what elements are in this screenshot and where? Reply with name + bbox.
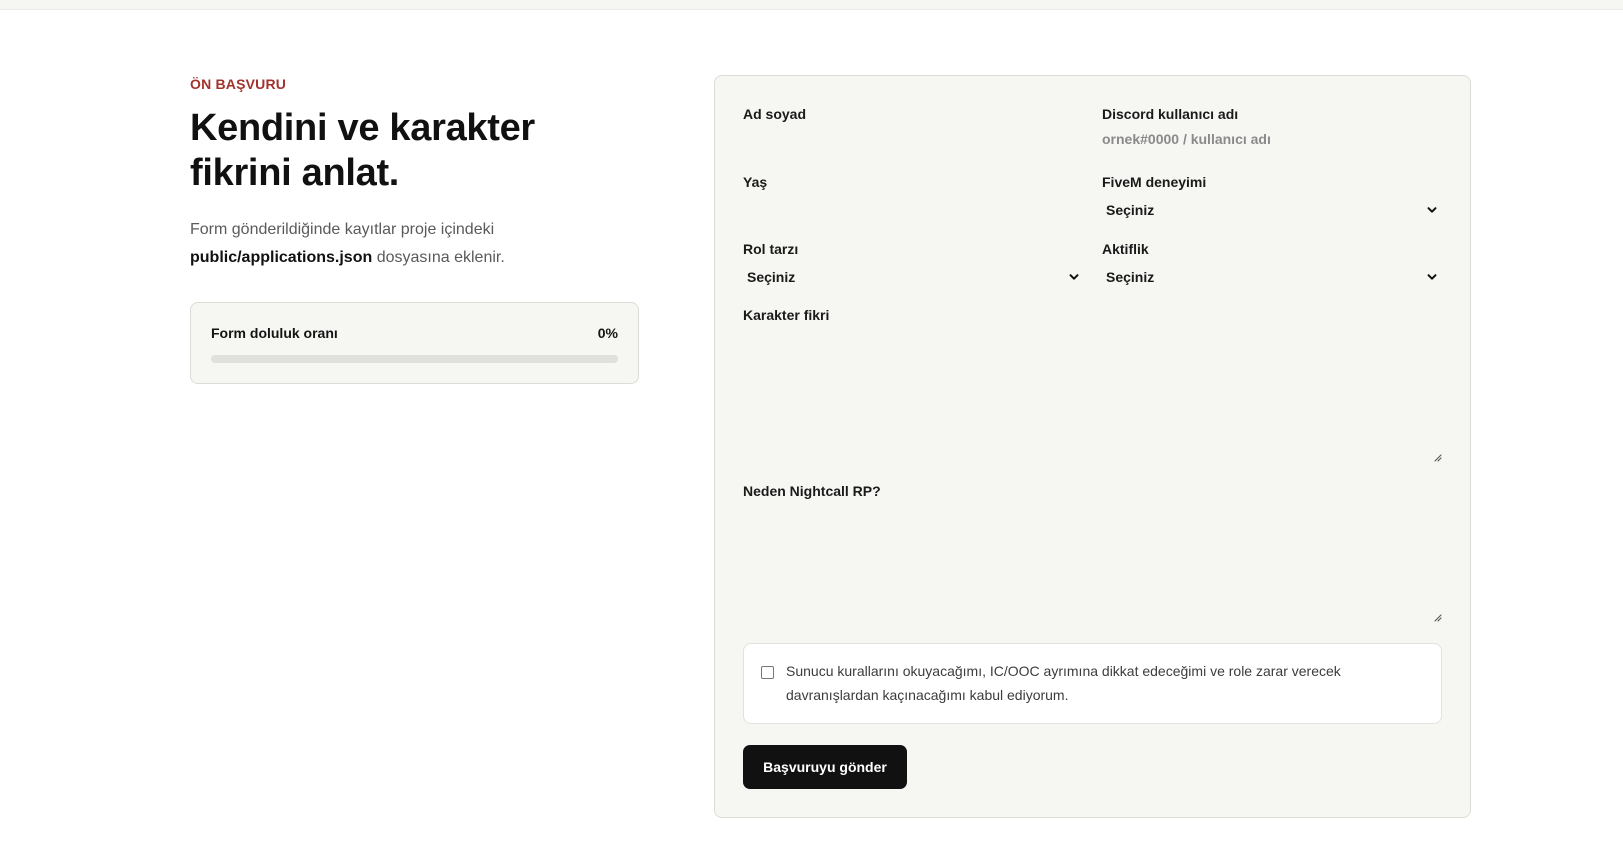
eyebrow-label: ÖN BAŞVURU bbox=[190, 76, 287, 92]
label-aktiflik: Aktiflik bbox=[1102, 241, 1149, 257]
chevron-down-icon bbox=[1427, 274, 1437, 280]
intro-text-before: Form gönderildiğinde kayıtlar proje için… bbox=[190, 221, 495, 238]
submit-button[interactable]: Başvuruyu gönder bbox=[743, 745, 907, 789]
intro-description: Form gönderildiğinde kayıtlar proje için… bbox=[190, 216, 640, 272]
label-yas: Yaş bbox=[743, 174, 768, 190]
fivem-selected-value: Seçiniz bbox=[1106, 202, 1155, 218]
chevron-down-icon bbox=[1069, 274, 1079, 280]
consent-text: Sunucu kurallarını okuyacağımı, IC/OOC a… bbox=[786, 663, 1341, 703]
label-ad-soyad: Ad soyad bbox=[743, 106, 807, 122]
aktiflik-selected-value: Seçiniz bbox=[1106, 269, 1155, 285]
progress-value: 0% bbox=[597, 325, 618, 341]
resize-handle-icon[interactable] bbox=[1432, 452, 1442, 462]
yas-input[interactable] bbox=[743, 194, 1073, 220]
consent-checkbox[interactable] bbox=[761, 666, 774, 679]
label-neden-nightcall: Neden Nightcall RP? bbox=[743, 483, 881, 499]
application-form: Ad soyad Discord kullanıcı adı Yaş FiveM… bbox=[714, 75, 1471, 818]
label-fivem: FiveM deneyimi bbox=[1102, 174, 1207, 190]
intro-text-after: dosyasına eklenir. bbox=[376, 249, 505, 266]
progress-card: Form doluluk oranı 0% bbox=[190, 302, 639, 384]
karakter-fikri-textarea[interactable] bbox=[743, 328, 1442, 452]
progress-track bbox=[211, 355, 618, 363]
label-discord: Discord kullanıcı adı bbox=[1102, 106, 1239, 122]
fivem-experience-select[interactable]: Seçiniz bbox=[1102, 197, 1442, 223]
label-rol-tarzi: Rol tarzı bbox=[743, 241, 799, 257]
ad-soyad-input[interactable] bbox=[743, 126, 1073, 152]
discord-username-input[interactable] bbox=[1102, 126, 1442, 152]
progress-label: Form doluluk oranı bbox=[211, 325, 338, 341]
resize-handle-icon[interactable] bbox=[1432, 612, 1442, 622]
chevron-down-icon bbox=[1427, 207, 1437, 213]
rol-tarzi-selected-value: Seçiniz bbox=[747, 269, 796, 285]
intro-file-path: public/applications.json bbox=[190, 249, 373, 266]
consent-box: Sunucu kurallarını okuyacağımı, IC/OOC a… bbox=[743, 643, 1442, 724]
neden-nightcall-textarea[interactable] bbox=[743, 504, 1442, 612]
rol-tarzi-select[interactable]: Seçiniz bbox=[743, 264, 1084, 290]
page-title: Kendini ve karakter fikrini anlat. bbox=[190, 107, 535, 194]
aktiflik-select[interactable]: Seçiniz bbox=[1102, 264, 1442, 290]
top-strip bbox=[0, 0, 1623, 10]
progress-header: Form doluluk oranı 0% bbox=[211, 325, 618, 341]
intro-section: ÖN BAŞVURU Kendini ve karakter fikrini a… bbox=[190, 76, 640, 384]
label-karakter-fikri: Karakter fikri bbox=[743, 307, 830, 323]
